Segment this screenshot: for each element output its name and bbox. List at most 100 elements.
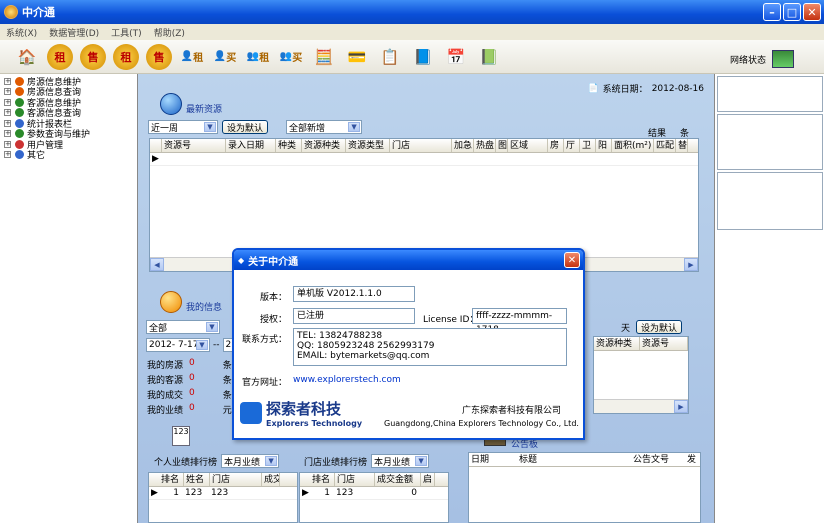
chevron-down-icon: ▼ xyxy=(204,122,216,132)
column-header[interactable]: 厅 xyxy=(564,139,580,152)
tree-item[interactable]: + 参数查询与维护 xyxy=(0,129,137,140)
column-header[interactable]: 阳 xyxy=(596,139,612,152)
column-header[interactable]: 图 xyxy=(496,139,508,152)
about-dialog: ◆ 关于中介通 ✕ 版本： 单机版 V2012.1.1.0 授权： 已注册 Li… xyxy=(232,248,585,440)
company-name-en: Guangdong,China Explorers Technology Co.… xyxy=(384,419,579,428)
expand-icon[interactable]: + xyxy=(4,98,11,106)
license-id-field[interactable]: ffff-zzzz-mmmm-1718 xyxy=(472,308,567,335)
stat-row: 我的客源 0 条 xyxy=(147,373,232,386)
notes-icon[interactable]: 📋 xyxy=(377,44,403,70)
tree-item[interactable]: + 用户管理 xyxy=(0,139,137,151)
dialog-close-button[interactable]: ✕ xyxy=(564,252,580,268)
tree-node-icon xyxy=(15,108,24,118)
person-rent-icon[interactable]: 👤 租 xyxy=(179,44,205,70)
sell-icon[interactable]: 售 xyxy=(146,43,172,70)
chevron-down-icon: ▼ xyxy=(415,456,428,466)
expand-icon[interactable]: + xyxy=(4,119,11,127)
person-rank-grid: 排名 姓名 门店 成交 ▶1123123 xyxy=(148,472,298,523)
horizontal-scrollbar[interactable]: ▶ xyxy=(594,399,688,413)
filter-select[interactable]: 全部新增 ▼ xyxy=(286,120,363,134)
menu-system[interactable]: 系统(X) xyxy=(6,26,37,39)
period-select[interactable]: 近一周 ▼ xyxy=(148,120,218,134)
column-header[interactable]: 区域 xyxy=(508,139,548,152)
store-period-select[interactable]: 本月业绩 ▼ xyxy=(371,454,430,468)
column-header[interactable]: 加急 xyxy=(452,139,474,152)
tree-node-icon xyxy=(15,139,24,149)
sell-icon[interactable]: 售 xyxy=(80,43,106,70)
scroll-left-icon[interactable]: ◀ xyxy=(150,258,164,271)
right-box xyxy=(717,172,823,230)
app-icon xyxy=(4,5,18,19)
right-box xyxy=(717,76,823,112)
menu-help[interactable]: 帮助(Z) xyxy=(154,26,185,39)
notice-grid-header: 日期 标题 公告文号 发 xyxy=(469,453,700,467)
stat-row: 我的房源 0 条 xyxy=(147,358,232,371)
book-icon[interactable]: 📘 xyxy=(410,44,436,70)
column-header[interactable]: 卫 xyxy=(580,139,596,152)
calculator-icon[interactable]: 🧮 xyxy=(311,44,337,70)
license-field[interactable]: 已注册 xyxy=(293,308,415,324)
table-row[interactable]: ▶ 1 123 123 xyxy=(149,487,297,500)
contacts-icon[interactable]: 📗 xyxy=(476,44,502,70)
tree-node-icon xyxy=(15,129,24,139)
menu-data[interactable]: 数据管理(D) xyxy=(49,26,99,39)
rent-icon[interactable]: 租 xyxy=(113,43,139,70)
expand-icon[interactable]: + xyxy=(4,130,11,138)
company-logo: 探索者科技 Explorers Technology xyxy=(240,398,362,428)
tree-item[interactable]: + 其它 xyxy=(0,150,137,161)
site-link[interactable]: www.explorerstech.com xyxy=(293,375,401,385)
date-to-picker[interactable]: 2 xyxy=(222,338,233,352)
column-header[interactable]: 替 xyxy=(676,139,688,152)
expand-icon[interactable]: + xyxy=(4,140,11,148)
card-icon[interactable]: 💳 xyxy=(344,44,370,70)
scroll-right-icon[interactable]: ▶ xyxy=(674,400,688,413)
menu-bar: 系统(X) 数据管理(D) 工具(T) 帮助(Z) xyxy=(0,24,824,40)
menu-tools[interactable]: 工具(T) xyxy=(111,26,142,39)
tree-node-icon xyxy=(15,76,24,86)
expand-icon[interactable]: + xyxy=(4,151,11,159)
column-header[interactable]: 种类 xyxy=(276,139,302,152)
person-buy-icon[interactable]: 👥 买 xyxy=(278,44,304,70)
column-header[interactable]: 匹配 xyxy=(654,139,676,152)
date-from-picker[interactable]: 2012- 7-17 ▼ xyxy=(146,338,210,352)
minimize-button[interactable]: – xyxy=(763,3,781,21)
rent-icon[interactable]: 租 xyxy=(47,43,73,70)
scroll-right-icon[interactable]: ▶ xyxy=(684,258,698,271)
set-default-button[interactable]: 设为默认 xyxy=(222,120,269,134)
myinfo-grid: 资源种类 资源号 ▶ xyxy=(593,336,689,414)
column-header[interactable]: 录入日期 xyxy=(226,139,276,152)
person-rent-icon[interactable]: 👥 租 xyxy=(245,44,271,70)
network-status[interactable]: 网络状态 xyxy=(730,50,794,68)
myinfo-set-default-button[interactable]: 设为默认 xyxy=(636,320,683,334)
home-icon[interactable]: 🏠 xyxy=(14,44,40,70)
column-header[interactable]: 房 xyxy=(548,139,564,152)
person-buy-icon[interactable]: 👤 买 xyxy=(212,44,238,70)
column-header[interactable]: 门店 xyxy=(390,139,452,152)
column-header[interactable]: 热盘 xyxy=(474,139,496,152)
column-header[interactable]: 资源种类 xyxy=(302,139,346,152)
tree-node-icon xyxy=(15,118,24,128)
expand-icon[interactable]: + xyxy=(4,88,11,96)
contact-field[interactable]: TEL: 13824788238 QQ: 1805923248 25629931… xyxy=(293,328,567,366)
date-range: 2012- 7-17 ▼ -- 2 xyxy=(146,338,233,352)
nav-tree: + 房源信息维护 + 房源信息查询 + 客源信息维护 + 客源信息查询 + 统计报表栏 + 参数查询与… xyxy=(0,74,138,523)
contact-label: 联系方式： xyxy=(242,335,288,345)
column-header[interactable]: 资源号 xyxy=(162,139,226,152)
column-header[interactable]: 资源类型 xyxy=(346,139,390,152)
network-status-label: 网络状态 xyxy=(729,55,766,66)
maximize-button[interactable]: □ xyxy=(783,3,801,21)
toolbar: 🏠 租 售 租 售 👤 租 👤 买 👥 租 👥 买 🧮 💳 📋 📘 📅 📗 网络状态 xyxy=(0,40,824,74)
close-button[interactable]: ✕ xyxy=(803,3,821,21)
table-row[interactable]: ▶ xyxy=(150,153,698,166)
table-row[interactable]: ▶ 1 123 0 xyxy=(300,487,448,500)
scope-select[interactable]: 全部 ▼ xyxy=(146,320,220,334)
person-period-select[interactable]: 本月业绩 ▼ xyxy=(221,454,280,468)
license-id-label: License ID： xyxy=(423,315,479,325)
expand-icon[interactable]: + xyxy=(4,109,11,117)
expand-icon[interactable]: + xyxy=(4,77,11,85)
column-header[interactable]: 面积(m²) xyxy=(612,139,654,152)
company-name-cn: 广东探索者科技有限公司 xyxy=(462,406,562,416)
dialog-title: 关于中介通 xyxy=(248,256,299,268)
calendar-icon[interactable]: 📅 xyxy=(443,44,469,70)
version-field[interactable]: 单机版 V2012.1.1.0 xyxy=(293,286,415,302)
